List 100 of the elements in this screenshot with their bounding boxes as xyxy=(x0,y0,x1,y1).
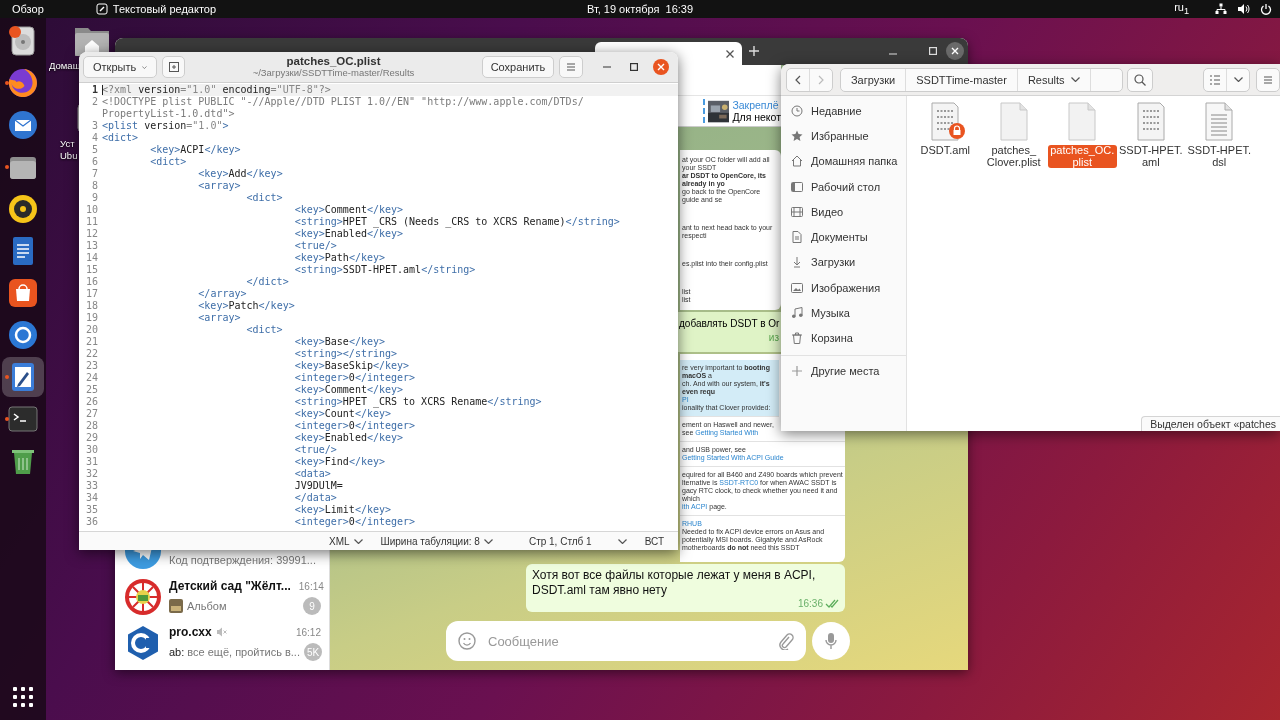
apps-grid-icon[interactable] xyxy=(12,686,34,708)
cursor-position-selector[interactable]: Стр 1, Стлб 1 xyxy=(522,533,633,549)
caret-icon xyxy=(353,538,363,544)
chat-preview: Код подтверждения: 39991... xyxy=(169,554,316,566)
line-number: 36 xyxy=(84,516,99,528)
line-number: 32 xyxy=(84,468,99,480)
code-line: <integer>0</integer> xyxy=(293,420,417,432)
sidebar-item[interactable]: Загрузки xyxy=(781,249,906,276)
status-label: Выделен объект «patches xyxy=(1141,416,1280,431)
code-line: </data> xyxy=(293,492,338,504)
code-line: </dict> xyxy=(245,276,290,288)
file-name[interactable]: patches_OC.plist xyxy=(1048,145,1117,168)
menu-icon xyxy=(565,61,577,73)
language-selector[interactable]: XML xyxy=(323,533,369,549)
chat-time: 16:14 xyxy=(298,580,324,592)
sidebar-item[interactable]: Корзина xyxy=(781,325,906,351)
tab-width-selector[interactable]: Ширина табуляции: 8 xyxy=(374,533,499,549)
volume-icon[interactable] xyxy=(1237,3,1250,15)
music-note-icon xyxy=(791,307,803,319)
code-line: <data> xyxy=(293,468,332,480)
sidebar-item[interactable]: Документы xyxy=(781,224,906,250)
save-button[interactable]: Сохранить xyxy=(482,56,554,78)
line-number: 22 xyxy=(84,348,99,360)
sidebar-item[interactable]: Рабочий стол xyxy=(781,173,906,200)
avatar xyxy=(125,579,161,615)
message-time: 16:36 xyxy=(797,598,823,609)
clock-icon xyxy=(791,104,803,117)
network-icon[interactable] xyxy=(1215,3,1227,15)
file-name[interactable]: SSDT-HPET.dsl xyxy=(1185,145,1254,168)
activities-button[interactable]: Обзор xyxy=(12,3,44,15)
caret-icon xyxy=(483,538,493,544)
sidebar-item[interactable]: Изображения xyxy=(781,275,906,301)
binary-file-icon xyxy=(1135,102,1166,142)
mic-icon xyxy=(824,632,838,650)
new-tab-button[interactable] xyxy=(162,56,185,78)
code-line: <integer>0</integer> xyxy=(293,372,417,384)
icon-label: Уст xyxy=(60,138,75,150)
code-line: <key>ACPI</key> xyxy=(149,144,242,156)
sidebar-item[interactable]: Музыка xyxy=(781,300,906,326)
line-number: 9 xyxy=(90,192,99,204)
code-line: </array> xyxy=(197,288,248,300)
close-icon[interactable] xyxy=(946,42,964,60)
download-icon xyxy=(791,256,803,269)
caret-icon xyxy=(1233,77,1243,82)
line-number: 8 xyxy=(90,180,99,192)
caret-icon xyxy=(617,538,627,544)
sidebar-item[interactable]: Видео xyxy=(781,199,906,225)
line-number: 18 xyxy=(84,300,99,312)
message-text: Хотя вот все файлы которые лежат у меня в ACPI, DSDT.aml там явно нету xyxy=(532,568,817,598)
line-number: 35 xyxy=(84,504,99,516)
sidebar-item[interactable]: Недавние xyxy=(781,98,906,124)
code-line: <dict> xyxy=(102,132,140,144)
line-number: 24 xyxy=(84,372,99,384)
code-line: <key>Comment</key> xyxy=(293,384,405,396)
file-name[interactable]: SSDT-HPET.aml xyxy=(1116,145,1185,168)
mail-icon xyxy=(6,108,40,142)
close-button[interactable] xyxy=(650,56,672,78)
file-name[interactable]: DSDT.aml xyxy=(918,145,972,157)
file-name[interactable]: patches_Clover.plist xyxy=(979,145,1048,168)
text-cursor xyxy=(102,85,103,95)
path-segment[interactable]: SSDTTime-master xyxy=(906,68,1018,91)
close-icon[interactable] xyxy=(726,49,734,58)
line-number: 34 xyxy=(84,492,99,504)
dock-item[interactable] xyxy=(2,357,44,397)
notepad-icon xyxy=(95,3,108,15)
maximize-icon[interactable] xyxy=(929,47,937,55)
minimize-icon xyxy=(603,66,611,68)
app-menu[interactable]: Текстовый редактор xyxy=(95,3,217,15)
sidebar-item[interactable]: Другие места xyxy=(781,357,906,384)
line-number: 17 xyxy=(84,288,99,300)
code-line: <key>Add</key> xyxy=(197,168,284,180)
sidebar-item[interactable]: Домашняя папка xyxy=(781,148,906,174)
message-field[interactable]: Сообщение xyxy=(446,621,806,661)
message-input[interactable]: Сообщение xyxy=(486,632,768,650)
keyboard-layout[interactable]: ru$_{1}$ xyxy=(1174,1,1189,17)
code-line: <integer>0</integer> xyxy=(293,516,417,528)
power-icon[interactable] xyxy=(1260,3,1272,15)
document-icon xyxy=(791,231,803,244)
pinned-bar[interactable]: Закреплё Для некот xyxy=(678,95,781,127)
new-tab-icon[interactable] xyxy=(748,45,760,57)
mic-button[interactable] xyxy=(812,622,850,660)
chat-preview: Альбом xyxy=(187,600,227,612)
line-number: 31 xyxy=(84,456,99,468)
sidebar-item[interactable]: Избранные xyxy=(781,123,906,149)
line-number: 15 xyxy=(84,264,99,276)
line-number: 3 xyxy=(90,120,99,132)
code-line: <key>Limit</key> xyxy=(293,504,393,516)
paperclip-icon[interactable] xyxy=(778,632,794,650)
insert-mode-button[interactable]: ВСТ xyxy=(638,533,670,549)
emoji-icon[interactable] xyxy=(458,632,476,650)
path-segment[interactable]: Results xyxy=(1017,68,1091,91)
new-tab-icon xyxy=(167,61,180,73)
path-segment[interactable]: Загрузки xyxy=(840,68,907,91)
binary-file-icon xyxy=(930,102,961,142)
code-line: <key>Path</key> xyxy=(293,252,386,264)
help-icon xyxy=(6,318,40,352)
open-button[interactable]: Открыть xyxy=(83,56,157,78)
clock[interactable]: Вт, 19 октября 16:39 xyxy=(586,3,694,15)
pinned-title: Закреплё xyxy=(732,99,780,111)
icon-label: Ubu xyxy=(60,150,78,162)
